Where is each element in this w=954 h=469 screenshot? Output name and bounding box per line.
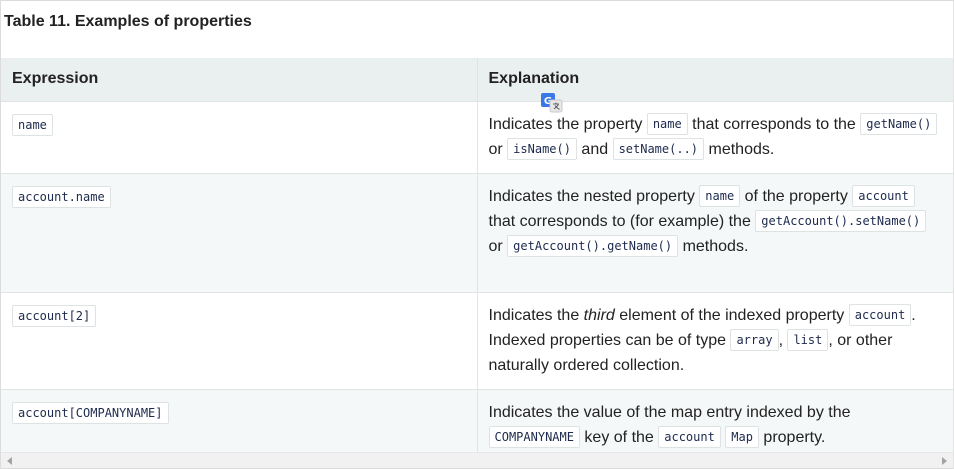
expression-code: name (12, 113, 53, 136)
inline-code: account (848, 303, 912, 326)
explanation-text: property. (758, 428, 826, 446)
inline-code: setName(..) (612, 137, 705, 160)
header-expression: Expression (1, 58, 478, 102)
explanation-text: methods. (704, 140, 775, 158)
explanation-text: and (576, 140, 613, 158)
inline-code: Map (725, 425, 759, 448)
explanation-text: Indicates the property (488, 115, 647, 133)
inline-code: getAccount().setName() (755, 209, 927, 232)
explanation-cell: Indicates the nested property name of th… (477, 173, 953, 293)
inline-code: getAccount().getName() (507, 234, 679, 257)
google-translate-icon[interactable]: G (541, 92, 563, 114)
expression-code: account[2] (12, 304, 97, 327)
expression-code: account[COMPANYNAME] (12, 401, 169, 424)
explanation-text: Indicates the nested property (488, 187, 700, 205)
table-row: name Indicates the property name that co… (1, 101, 953, 174)
inline-code: list (787, 328, 829, 351)
explanation-text: Indicates the value of the map entry ind… (488, 403, 851, 421)
explanation-text: or (488, 140, 508, 158)
explanation-text: key of the (579, 428, 659, 446)
explanation-text: , (778, 331, 788, 349)
properties-table: Expression Explanation name Indicates th… (1, 58, 953, 468)
inline-code: COMPANYNAME (488, 425, 580, 448)
expression-cell: account[2] (1, 292, 478, 390)
expression-cell: account.name (1, 173, 478, 293)
explanation-text: of the property (740, 187, 853, 205)
table-row: account[2] Indicates the third element o… (1, 292, 953, 390)
inline-code: array (730, 328, 779, 351)
inline-code: getName() (860, 112, 938, 135)
scroll-right-arrow-icon[interactable] (942, 457, 947, 465)
table-caption: Table 11. Examples of properties (4, 13, 252, 30)
table-header-row: Expression Explanation (1, 58, 953, 102)
inline-code: name (699, 184, 741, 207)
explanation-text: that corresponds to (for example) the (488, 212, 756, 230)
explanation-text: Indicates the (488, 306, 584, 324)
inline-code: name (646, 112, 688, 135)
inline-code: account (658, 425, 721, 448)
horizontal-scrollbar[interactable] (1, 452, 953, 468)
explanation-text: methods. (678, 237, 749, 255)
scroll-left-arrow-icon[interactable] (7, 457, 12, 465)
emphasis-text: third (583, 306, 615, 324)
inline-code: account (852, 184, 915, 207)
explanation-cell: Indicates the third element of the index… (477, 292, 953, 390)
table-row: account.name Indicates the nested proper… (1, 173, 953, 293)
explanation-text: that corresponds to the (687, 115, 861, 133)
expression-cell: name (1, 101, 478, 174)
inline-code: isName() (507, 137, 577, 160)
explanation-text: element of the indexed property (614, 306, 849, 324)
expression-code: account.name (12, 185, 111, 208)
explanation-text: or (488, 237, 508, 255)
properties-table-frame: Table 11. Examples of properties Express… (0, 0, 954, 469)
